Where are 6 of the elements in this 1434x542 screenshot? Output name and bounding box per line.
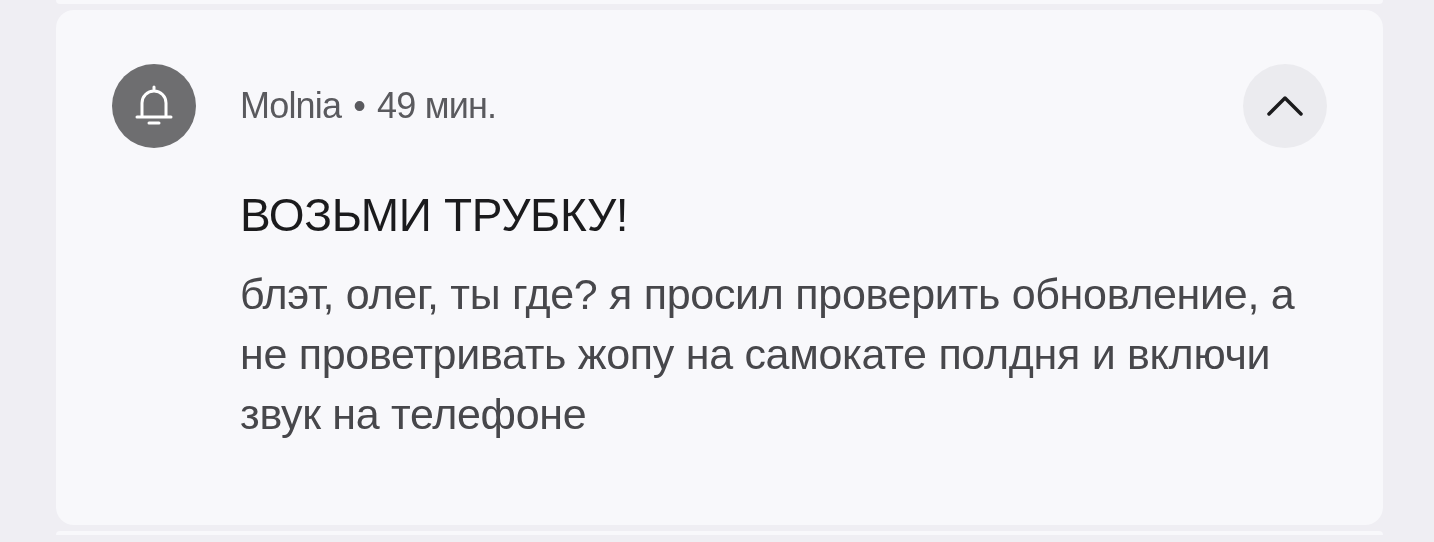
notification-title: ВОЗЬМИ ТРУБКУ! [240, 188, 630, 242]
app-name: Molnia [240, 85, 342, 127]
separator: • [353, 85, 366, 127]
time-label: 49 мин. [377, 85, 497, 127]
chevron-up-icon [1265, 94, 1305, 118]
notification-body: блэт, олег, ты где? я просил проверить обновление, а не проветривать жопу на самокате полдня и включи звук на телефоне [240, 269, 1296, 440]
